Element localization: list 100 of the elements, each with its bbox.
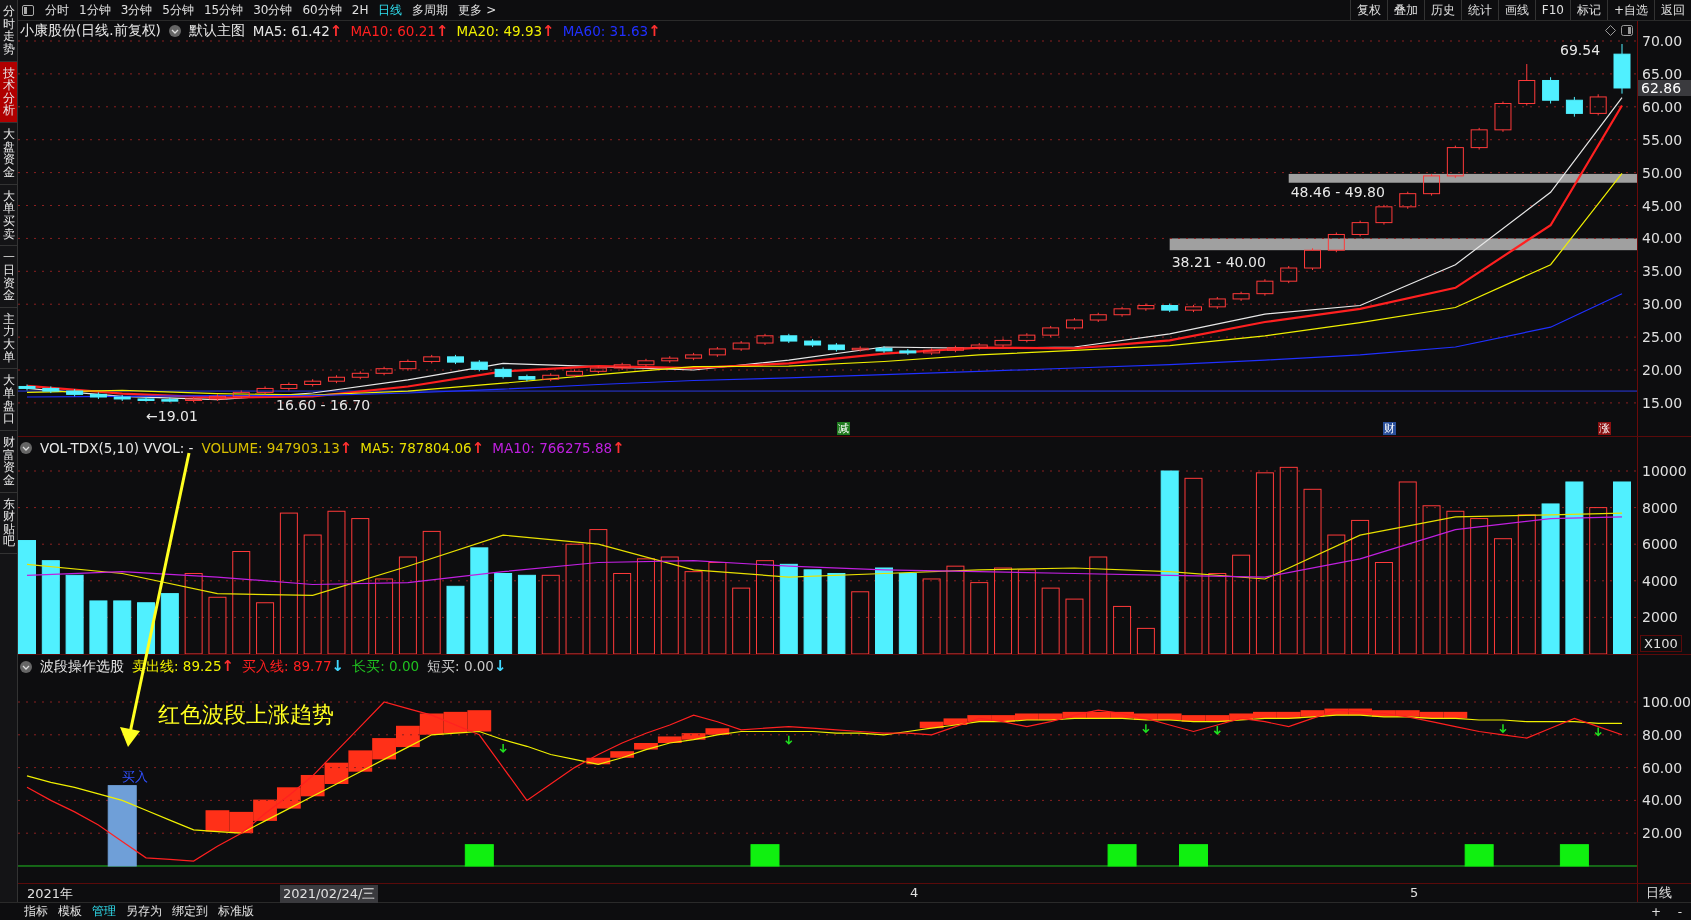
bar bbox=[1113, 605, 1132, 654]
sidebar-tab[interactable]: 大盘资金 bbox=[0, 123, 17, 185]
sidebar-tab[interactable]: 主力大单 bbox=[0, 307, 17, 370]
candlestick bbox=[1518, 63, 1536, 106]
candlestick bbox=[1542, 76, 1560, 104]
toolbar-button[interactable]: 复权 bbox=[1349, 0, 1387, 20]
sidebar-tab[interactable]: 分时走势 bbox=[0, 0, 17, 62]
candlestick bbox=[1351, 220, 1369, 237]
sidebar-tab[interactable]: 一日资金 bbox=[0, 246, 17, 308]
collapse-icon[interactable] bbox=[20, 442, 32, 454]
candlestick bbox=[42, 385, 60, 394]
bottom-tab[interactable]: 绑定到 bbox=[168, 903, 212, 920]
bar bbox=[589, 529, 608, 654]
toolbar-button[interactable]: 返回 bbox=[1654, 0, 1691, 20]
axis-label: 15.00 bbox=[1642, 394, 1683, 411]
candlestick bbox=[1327, 232, 1345, 253]
toolbar-button[interactable]: 统计 bbox=[1460, 0, 1498, 20]
bar bbox=[470, 547, 489, 654]
bottom-tab[interactable]: 模板 bbox=[54, 903, 86, 920]
bar bbox=[327, 510, 346, 654]
bar bbox=[1208, 572, 1227, 654]
date-label: 2021/02/24/三 bbox=[280, 885, 379, 903]
axis-label: 70.00 bbox=[1642, 33, 1683, 49]
bar bbox=[875, 567, 894, 654]
candlestick bbox=[1065, 317, 1083, 331]
indicator-value: 买入线: 89.77↓ bbox=[242, 657, 345, 676]
sidebar-tab[interactable]: 财富资金 bbox=[0, 430, 17, 493]
axis-label: 8000 bbox=[1642, 499, 1678, 516]
bottom-tab[interactable]: 管理 bbox=[88, 903, 120, 920]
candlestick bbox=[494, 366, 512, 380]
period-tab[interactable]: 多周期 bbox=[407, 0, 454, 20]
event-marker[interactable]: 减 bbox=[837, 422, 850, 435]
period-tab[interactable]: 日线 bbox=[373, 0, 408, 20]
candlestick bbox=[1399, 191, 1417, 210]
candlestick bbox=[1161, 303, 1179, 313]
toolbar-button[interactable]: F10 bbox=[1534, 0, 1570, 20]
bar bbox=[1470, 518, 1489, 654]
toolbar-button[interactable]: 叠加 bbox=[1386, 0, 1424, 20]
sidebar-toggle-icon[interactable] bbox=[22, 4, 34, 16]
template-name[interactable]: 默认主图 bbox=[188, 22, 245, 40]
bar bbox=[1517, 514, 1536, 654]
toolbar-button[interactable]: 标记 bbox=[1569, 0, 1607, 20]
bar bbox=[232, 551, 251, 654]
period-tab[interactable]: 更多 > bbox=[453, 0, 502, 20]
period-tab[interactable]: 3分钟 bbox=[115, 0, 158, 20]
bar bbox=[279, 512, 298, 654]
period-tab[interactable]: 1分钟 bbox=[74, 0, 116, 20]
buy-signal-label: 买入 bbox=[122, 768, 148, 786]
period-tab[interactable]: 60分钟 bbox=[297, 0, 347, 20]
candlestick bbox=[113, 394, 131, 402]
bar bbox=[898, 572, 917, 654]
candlestick bbox=[899, 348, 917, 356]
bar bbox=[541, 574, 560, 654]
period-tab[interactable]: 2H bbox=[346, 0, 374, 20]
down-arrow-icon bbox=[1594, 726, 1602, 737]
zone-label: 38.21 - 40.00 bbox=[1171, 254, 1266, 270]
candlestick bbox=[804, 338, 822, 348]
bar bbox=[755, 560, 774, 654]
period-tab[interactable]: 5分钟 bbox=[157, 0, 199, 20]
diamond-icon[interactable] bbox=[1605, 25, 1616, 36]
sidebar-tab[interactable]: 东财贴吧 bbox=[0, 492, 17, 555]
candlestick bbox=[566, 368, 584, 378]
collapse-icon[interactable] bbox=[168, 25, 181, 37]
axis-label: 4000 bbox=[1642, 572, 1678, 589]
axis-label: 50.00 bbox=[1642, 164, 1683, 181]
volume-title: VOL-TDX(5,10) VVOL: - bbox=[40, 440, 194, 456]
collapse-icon[interactable] bbox=[20, 660, 32, 673]
candlestick bbox=[137, 396, 155, 403]
candlestick bbox=[875, 345, 893, 354]
event-marker[interactable]: 涨 bbox=[1598, 422, 1611, 435]
unit-label: X100 bbox=[1640, 635, 1682, 652]
sidebar-tab[interactable]: 技术分析 bbox=[0, 61, 17, 124]
period-tab[interactable]: 30分钟 bbox=[248, 0, 298, 20]
axis-label: 65.00 bbox=[1642, 65, 1683, 82]
bar bbox=[779, 563, 798, 654]
date-label: 4 bbox=[909, 885, 920, 900]
annotation-text: 红色波段上涨趋势 bbox=[158, 701, 334, 729]
bottom-tab[interactable]: 标准版 bbox=[214, 903, 258, 920]
sidebar-tab[interactable]: 大单盘口 bbox=[0, 369, 17, 431]
period-tab[interactable]: 15分钟 bbox=[198, 0, 249, 20]
toolbar-button[interactable]: 画线 bbox=[1497, 0, 1535, 20]
zoom-button[interactable]: + bbox=[1645, 904, 1667, 919]
sidebar-tab[interactable]: 大单买卖 bbox=[0, 184, 17, 247]
event-marker[interactable]: 财 bbox=[1383, 422, 1396, 435]
candlestick bbox=[1208, 296, 1226, 310]
trend-arrow: ↑ bbox=[221, 657, 235, 675]
bottom-tab[interactable]: 指标 bbox=[20, 903, 52, 920]
panel-toggle-icon[interactable] bbox=[1621, 25, 1633, 36]
candlestick bbox=[685, 352, 703, 361]
candlestick bbox=[185, 396, 203, 403]
candlestick bbox=[89, 391, 107, 400]
bottom-tab[interactable]: 另存为 bbox=[122, 903, 166, 920]
bar bbox=[351, 518, 370, 654]
axis-label: 40.00 bbox=[1642, 792, 1683, 809]
zoom-button[interactable]: - bbox=[1669, 904, 1691, 919]
toolbar-button[interactable]: 历史 bbox=[1423, 0, 1461, 20]
toolbar-button[interactable]: +自选 bbox=[1606, 0, 1654, 20]
period-tab[interactable]: 分时 bbox=[40, 0, 74, 20]
candlestick bbox=[1423, 173, 1441, 197]
candlestick bbox=[518, 374, 536, 382]
